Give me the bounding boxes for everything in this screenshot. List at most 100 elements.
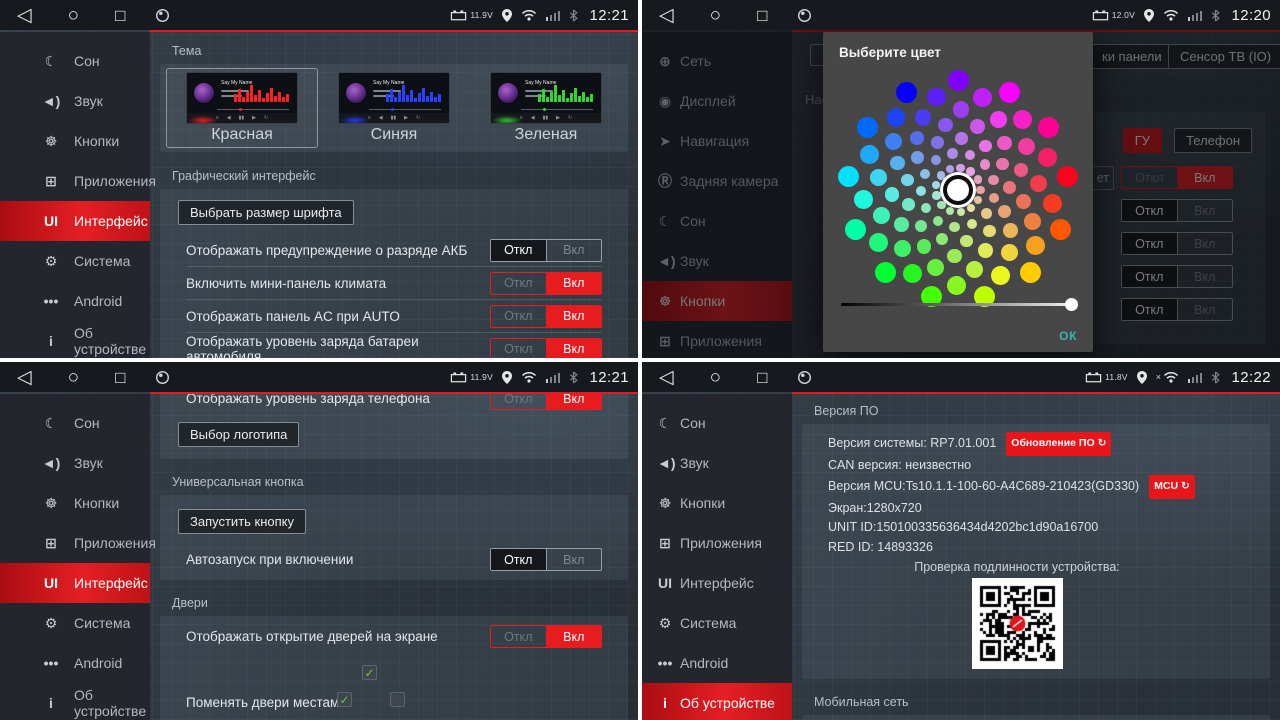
color-dot[interactable] <box>857 117 878 138</box>
color-dot[interactable] <box>983 225 996 238</box>
ok-button[interactable]: ОК <box>1059 329 1077 343</box>
color-dot[interactable] <box>965 150 976 161</box>
color-dot[interactable] <box>870 169 887 186</box>
color-dot[interactable] <box>894 217 909 232</box>
color-dot[interactable] <box>947 148 958 159</box>
app-icon[interactable] <box>797 370 812 385</box>
sidebar-item[interactable]: ◄) Звук <box>642 443 792 483</box>
color-dot[interactable] <box>989 193 1000 204</box>
color-dot[interactable] <box>953 101 970 118</box>
brightness-slider[interactable] <box>841 303 1075 306</box>
sidebar-item[interactable]: ⚙ Система <box>642 603 792 643</box>
color-dot[interactable] <box>1026 236 1045 255</box>
toggle-off-option[interactable]: Откл <box>491 394 546 409</box>
home-button[interactable]: ○ <box>710 368 721 387</box>
color-dot[interactable] <box>978 243 993 258</box>
toggle-off-option[interactable]: Откл <box>491 626 546 647</box>
sidebar-item[interactable]: ☸ Кнопки <box>0 483 150 523</box>
color-dot[interactable] <box>885 133 902 150</box>
sidebar-item[interactable]: ☾ Сон <box>0 403 150 443</box>
toggle-on-option[interactable]: Вкл <box>546 306 602 327</box>
sidebar-item[interactable]: ⊞ Приложения <box>0 161 150 201</box>
sidebar-item[interactable]: ••• Android <box>0 643 150 683</box>
toggle-on-option[interactable]: Вкл <box>546 549 602 570</box>
color-dot[interactable] <box>903 264 922 283</box>
color-dot[interactable] <box>957 208 965 216</box>
color-dot[interactable] <box>967 204 975 212</box>
on-off-toggle[interactable]: Откл Вкл <box>490 394 602 410</box>
color-dot[interactable] <box>979 140 992 153</box>
color-dot[interactable] <box>1024 213 1041 230</box>
color-dot[interactable] <box>921 203 932 214</box>
color-dot[interactable] <box>1016 194 1031 209</box>
color-dot[interactable] <box>980 159 991 170</box>
door-checkbox-top[interactable] <box>362 665 377 680</box>
color-dot[interactable] <box>938 118 953 133</box>
back-button[interactable]: ◁ <box>17 368 32 387</box>
color-dot[interactable] <box>974 175 982 183</box>
toggle-on-option[interactable]: Вкл <box>546 240 602 261</box>
sidebar-item[interactable]: ⊞ Приложения <box>0 523 150 563</box>
color-dot[interactable] <box>1038 117 1059 138</box>
color-dot[interactable] <box>1013 110 1032 129</box>
toggle-on-option[interactable]: Вкл <box>546 394 602 409</box>
color-dot[interactable] <box>956 164 964 172</box>
color-dot[interactable] <box>920 169 931 180</box>
color-dot[interactable] <box>976 186 984 194</box>
theme-option[interactable]: ∙ ∙ ∙∙ ∙ ∙ Say My Name ≡◀▮▮▶↻ Синяя <box>318 68 470 148</box>
color-dot[interactable] <box>996 158 1009 171</box>
sidebar-item[interactable]: i Об устройстве <box>0 683 150 720</box>
update-badge[interactable]: MCU ↻ <box>1149 475 1195 499</box>
color-dot[interactable] <box>1014 163 1029 178</box>
home-button[interactable]: ○ <box>710 6 721 25</box>
color-dot[interactable] <box>999 82 1020 103</box>
on-off-toggle[interactable]: Откл Вкл <box>490 338 602 359</box>
door-checkbox-right[interactable] <box>390 692 405 707</box>
color-dot[interactable] <box>875 262 896 283</box>
color-dot[interactable] <box>955 132 968 145</box>
color-dot[interactable] <box>1038 148 1057 167</box>
sidebar-item[interactable]: ••• Android <box>0 281 150 321</box>
home-button[interactable]: ○ <box>68 6 79 25</box>
color-dot[interactable] <box>932 191 940 199</box>
color-dot[interactable] <box>873 207 890 224</box>
color-dot[interactable] <box>998 205 1011 218</box>
on-off-toggle[interactable]: Откл Вкл <box>490 305 602 328</box>
color-dot[interactable] <box>960 235 973 248</box>
launch-button[interactable]: Запустить кнопку <box>178 509 306 534</box>
color-dot[interactable] <box>915 109 932 126</box>
color-dot[interactable] <box>916 186 927 197</box>
color-dot[interactable] <box>932 181 940 189</box>
on-off-toggle[interactable]: Откл Вкл <box>490 625 602 648</box>
sidebar-item[interactable]: UI Интерфейс <box>0 201 150 241</box>
color-dot[interactable] <box>845 219 866 240</box>
recents-button[interactable]: □ <box>115 7 125 24</box>
color-dot[interactable] <box>860 145 879 164</box>
color-dot[interactable] <box>915 220 928 233</box>
sidebar-item[interactable]: i Об устройстве <box>0 321 150 358</box>
sidebar-item[interactable]: ⊞ Приложения <box>642 523 792 563</box>
sidebar-item[interactable]: ••• Android <box>642 643 792 683</box>
color-dot[interactable] <box>946 165 954 173</box>
color-dot[interactable] <box>990 111 1007 128</box>
color-dot[interactable] <box>1043 194 1062 213</box>
color-dot[interactable] <box>854 190 873 209</box>
color-dot[interactable] <box>838 166 859 187</box>
color-dot[interactable] <box>927 259 944 276</box>
color-dot[interactable] <box>1001 244 1018 261</box>
toggle-off-option[interactable]: Откл <box>491 240 546 261</box>
color-dot[interactable] <box>1057 166 1078 187</box>
update-badge[interactable]: Обновление ПО ↻ <box>1006 432 1111 456</box>
toggle-off-option[interactable]: Откл <box>491 549 546 570</box>
color-dot[interactable] <box>967 219 978 230</box>
color-dot[interactable] <box>937 201 945 209</box>
sidebar-item[interactable]: i Об устройстве <box>642 683 792 720</box>
sidebar-item[interactable]: ⚙ Система <box>0 603 150 643</box>
color-dot[interactable] <box>973 88 992 107</box>
on-off-toggle[interactable]: Откл Вкл <box>490 272 602 295</box>
color-dot[interactable] <box>974 196 982 204</box>
color-dot[interactable] <box>931 155 942 166</box>
color-dot[interactable] <box>933 216 944 227</box>
on-off-toggle[interactable]: Откл Вкл <box>490 239 602 262</box>
sidebar-item[interactable]: ☾ Сон <box>642 403 792 443</box>
